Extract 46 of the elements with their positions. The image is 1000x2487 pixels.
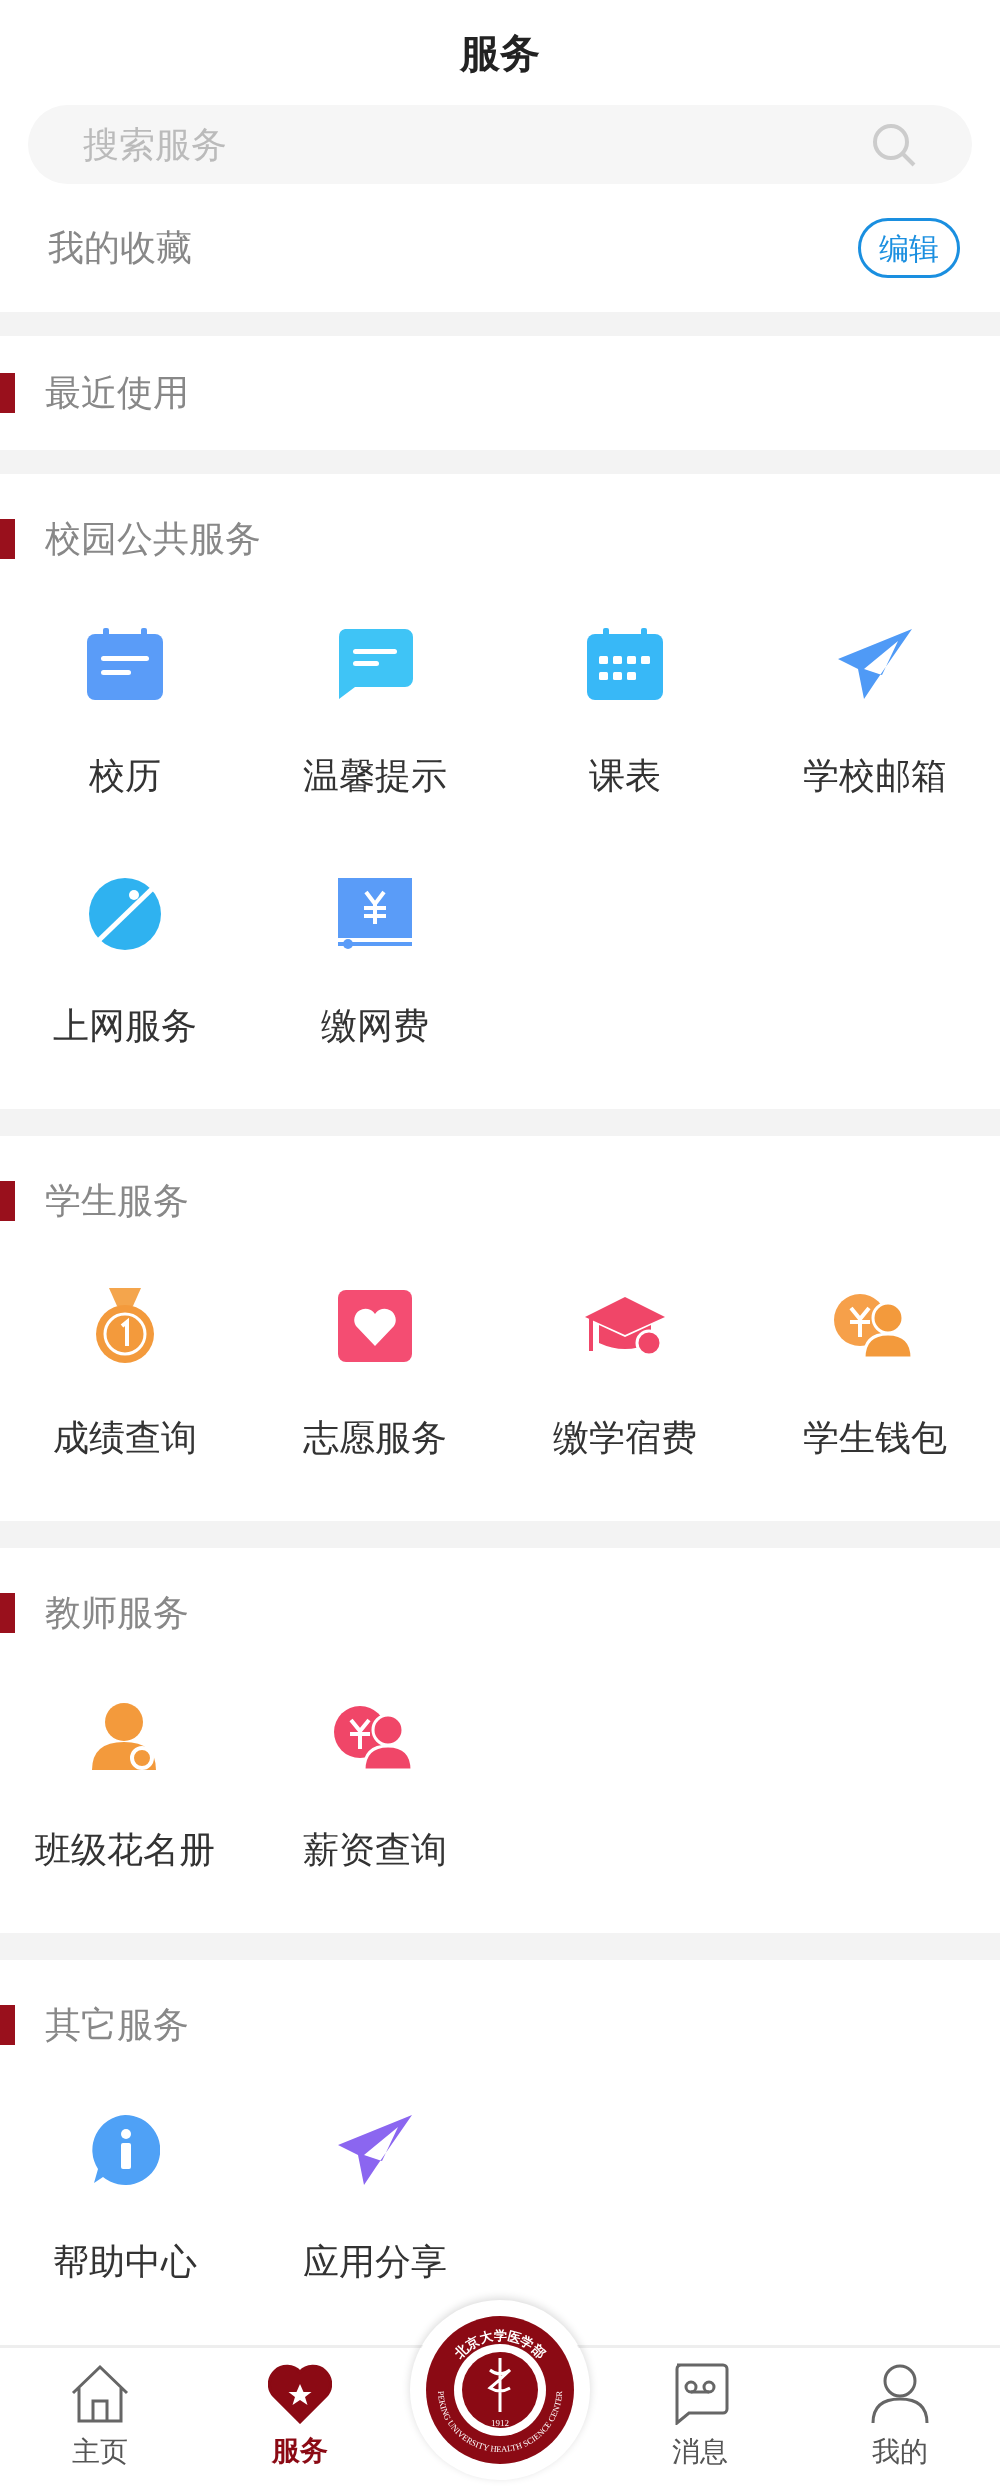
service-label[interactable]: 学校邮箱	[803, 749, 947, 803]
payment-screen-icon	[338, 878, 412, 950]
info-icon	[90, 2115, 160, 2185]
paper-plane-icon	[338, 2115, 412, 2185]
nav-tab[interactable]: 我的	[800, 2348, 1000, 2487]
service-label[interactable]: 班级花名册	[35, 1823, 215, 1877]
service-label[interactable]: 缴学宿费	[553, 1411, 697, 1465]
service-label[interactable]: 温馨提示	[303, 749, 447, 803]
home-icon	[69, 2362, 131, 2425]
section-title: 校园公共服务	[45, 517, 261, 561]
section-title: 最近使用	[45, 371, 189, 416]
user-icon	[870, 2362, 930, 2425]
heart-star-icon	[268, 2363, 332, 2424]
favorites-label: 我的收藏	[48, 226, 192, 271]
service-label[interactable]: 薪资查询	[303, 1823, 447, 1877]
service-label[interactable]: 志愿服务	[303, 1411, 447, 1465]
planet-icon	[88, 877, 162, 951]
nav-tab[interactable]: 服务	[200, 2348, 400, 2487]
paper-plane-icon	[838, 629, 912, 699]
service-label[interactable]: 缴网费	[321, 999, 429, 1053]
service-label[interactable]: 帮助中心	[53, 2235, 197, 2289]
service-label[interactable]: 课表	[589, 749, 661, 803]
service-label[interactable]: 校历	[89, 749, 161, 803]
section-marker	[0, 1593, 15, 1633]
section-marker	[0, 1181, 15, 1221]
nav-tab[interactable]: 消息	[600, 2348, 800, 2487]
section-marker	[0, 519, 15, 559]
graduation-cap-icon	[585, 1297, 665, 1355]
service-label[interactable]: 成绩查询	[53, 1411, 197, 1465]
service-label[interactable]: 学生钱包	[803, 1411, 947, 1465]
section-title: 其它服务	[45, 2003, 189, 2047]
service-label[interactable]: 上网服务	[53, 999, 197, 1053]
message-icon	[337, 629, 413, 699]
section-marker	[0, 373, 15, 414]
search-input[interactable]: 搜索服务	[83, 117, 871, 172]
search-field[interactable]: 搜索服务	[28, 105, 972, 185]
page-title: 服务	[460, 28, 540, 78]
section-title: 教师服务	[45, 1591, 189, 1635]
section-title: 学生服务	[45, 1179, 189, 1223]
medal-icon	[95, 1288, 155, 1364]
search-icon	[871, 121, 917, 168]
calendar-icon	[87, 628, 163, 700]
service-label[interactable]: 应用分享	[303, 2235, 447, 2289]
section-marker	[0, 2005, 15, 2045]
calendar-grid-icon	[587, 628, 663, 700]
nav-tab[interactable]: 主页	[0, 2348, 200, 2487]
